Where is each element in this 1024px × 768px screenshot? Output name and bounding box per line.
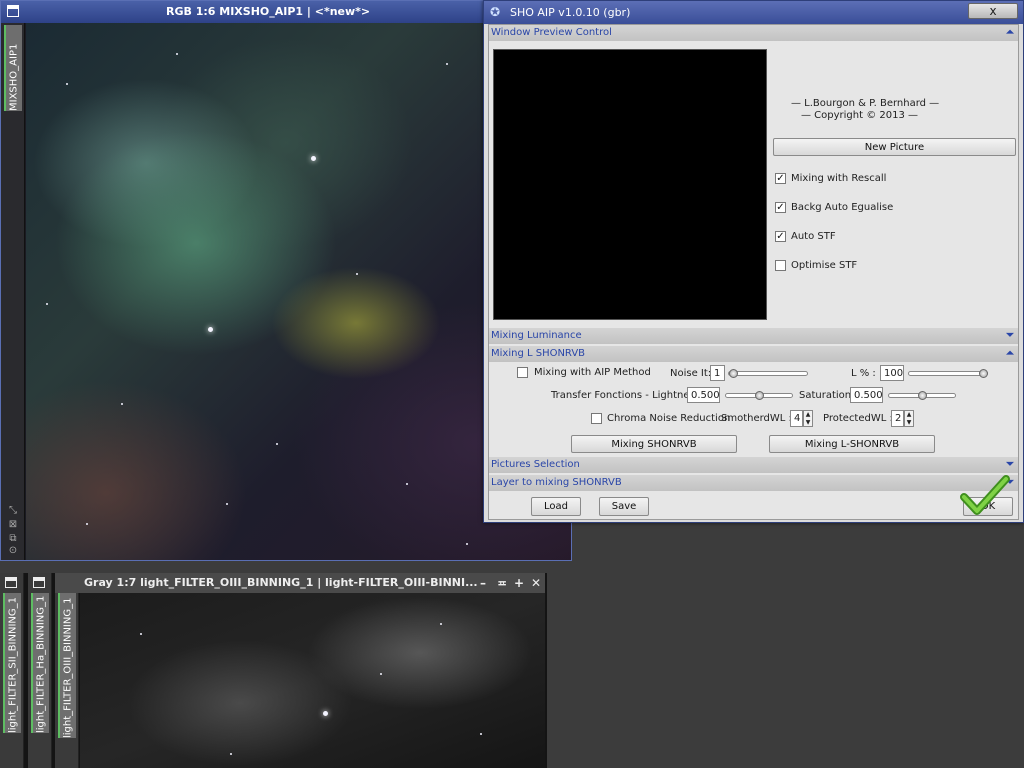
collapse-icon[interactable]: ⏶ <box>1006 25 1014 41</box>
mixing-l-shonrvb-button[interactable]: Mixing L-SHONRVB <box>769 435 935 453</box>
section-mixing-l-shonrvb-header[interactable]: Mixing L SHONRVB ⏶ <box>489 346 1018 362</box>
saturation-slider-knob[interactable] <box>918 391 927 400</box>
tab-column-ha: light_FILTER_Ha_BINNING_1 <box>28 573 52 768</box>
checkmark-icon <box>960 475 1010 515</box>
close-button[interactable]: x <box>968 3 1018 19</box>
gray-image-canvas[interactable] <box>80 593 545 768</box>
saturation-label: Saturation: <box>799 390 855 401</box>
tab-oiii[interactable]: light_FILTER_OIII_BINNING_1 <box>58 593 76 738</box>
zoom-icon[interactable]: ⤡ <box>7 505 19 516</box>
window-shade-icon[interactable] <box>5 577 17 588</box>
l-percent-slider[interactable] <box>908 369 988 378</box>
protected-wl-input[interactable]: 2 <box>891 410 904 427</box>
maximize-icon[interactable]: + <box>514 576 524 590</box>
l-percent-input[interactable]: 100 <box>880 365 904 381</box>
protected-wl-spinner[interactable]: ▲ ▼ <box>904 410 914 427</box>
mixing-rescall-label: Mixing with Rescall <box>791 173 887 184</box>
close-icon[interactable]: ✕ <box>531 576 541 590</box>
backg-auto-checkbox[interactable]: ✓ <box>775 202 786 213</box>
section-preview-header[interactable]: Window Preview Control ⏶ <box>489 25 1018 41</box>
protected-wl-label: ProtectedWL : <box>823 413 893 424</box>
noise-it-label: Noise It: <box>670 368 712 379</box>
tab-column-sii: light_FILTER_SII_BINNING_1 <box>0 573 24 768</box>
noise-it-slider-knob[interactable] <box>729 369 738 378</box>
section-mixing-luminance-title: Mixing Luminance <box>491 330 582 341</box>
rgb-window-title: RGB 1:6 MIXSHO_AIP1 | <*new*> <box>166 5 371 18</box>
l-percent-slider-knob[interactable] <box>979 369 988 378</box>
load-button[interactable]: Load <box>531 497 581 516</box>
l-percent-label: L % : <box>851 368 876 379</box>
chroma-noise-label: Chroma Noise Reduction <box>607 413 731 424</box>
saturation-slider[interactable] <box>888 391 956 400</box>
mask-icon[interactable]: ⧉ <box>7 533 19 544</box>
lock-icon[interactable]: ⊠ <box>7 519 19 530</box>
chroma-noise-checkbox[interactable] <box>591 413 602 424</box>
noise-it-input[interactable]: 1 <box>710 365 725 381</box>
expand-icon[interactable]: ⏷ <box>1006 457 1014 473</box>
auto-stf-checkbox[interactable]: ✓ <box>775 231 786 242</box>
mixing-shonrvb-button[interactable]: Mixing SHONRVB <box>571 435 737 453</box>
smoothed-wl-spinner[interactable]: ▲ ▼ <box>803 410 813 427</box>
expand-icon[interactable]: ⏷ <box>1006 328 1014 344</box>
optimise-stf-checkbox[interactable] <box>775 260 786 271</box>
section-layer-mixing-title: Layer to mixing SHONRVB <box>491 477 622 488</box>
dialog-titlebar[interactable]: ✪ SHO AIP v1.0.10 (gbr) x <box>484 1 1023 24</box>
optimise-stf-label: Optimise STF <box>791 260 858 271</box>
tab-ha[interactable]: light_FILTER_Ha_BINNING_1 <box>31 593 49 733</box>
aip-method-label: Mixing with AIP Method <box>534 367 651 378</box>
credits-line-1: — L.Bourgon & P. Bernhard — <box>791 98 940 109</box>
new-picture-button[interactable]: New Picture <box>773 138 1016 156</box>
smoothed-wl-label: SmotherdWL : <box>721 413 792 424</box>
transfer-slider[interactable] <box>725 391 793 400</box>
transfer-label: Transfer Fonctions - Lightness: <box>551 390 704 401</box>
save-button[interactable]: Save <box>599 497 649 516</box>
auto-stf-label: Auto STF <box>791 231 836 242</box>
saturation-input[interactable]: 0.500 <box>850 387 883 403</box>
gray-window-titlebar[interactable]: Gray 1:7 light_FILTER_OIII_BINNING_1 | l… <box>55 573 545 593</box>
window-shade-icon[interactable] <box>33 577 45 588</box>
section-preview-title: Window Preview Control <box>491 27 612 38</box>
smoothed-wl-input[interactable]: 4 <box>790 410 803 427</box>
section-layer-mixing-header[interactable]: Layer to mixing SHONRVB ⏷ <box>489 475 1018 491</box>
shade-icon[interactable]: ≖ <box>497 576 507 590</box>
gray-window-title: Gray 1:7 light_FILTER_OIII_BINNING_1 | l… <box>84 576 478 589</box>
preview-image[interactable] <box>493 49 767 320</box>
app-icon: ✪ <box>490 5 501 19</box>
section-pictures-selection-title: Pictures Selection <box>491 459 580 470</box>
tab-column-oiii: light_FILTER_OIII_BINNING_1 <box>55 573 79 768</box>
noise-it-slider[interactable] <box>728 369 808 378</box>
window-shade-icon[interactable] <box>7 5 19 17</box>
mixing-rescall-checkbox[interactable]: ✓ <box>775 173 786 184</box>
gray-image-window: light_FILTER_SII_BINNING_1 light_FILTER_… <box>0 573 547 768</box>
section-pictures-selection-header[interactable]: Pictures Selection ⏷ <box>489 457 1018 473</box>
dialog-body: Window Preview Control ⏶ — L.Bourgon & P… <box>488 24 1019 520</box>
rgb-window-side-bar: MIXSHO_AIP1 ⤡ ⊠ ⧉ ⊙ <box>1 23 25 560</box>
aip-method-checkbox[interactable] <box>517 367 528 378</box>
transfer-input[interactable]: 0.500 <box>687 387 720 403</box>
transfer-slider-knob[interactable] <box>755 391 764 400</box>
tab-sii[interactable]: light_FILTER_SII_BINNING_1 <box>3 593 21 733</box>
credits-line-2: — Copyright © 2013 — <box>801 110 919 121</box>
collapse-icon[interactable]: ⏶ <box>1006 346 1014 362</box>
minimize-icon[interactable]: – <box>480 576 486 590</box>
rgb-view-tab[interactable]: MIXSHO_AIP1 <box>4 25 22 111</box>
section-mixing-l-shonrvb-title: Mixing L SHONRVB <box>491 348 586 359</box>
dialog-title: SHO AIP v1.0.10 (gbr) <box>510 6 631 19</box>
section-mixing-luminance-header[interactable]: Mixing Luminance ⏷ <box>489 328 1018 344</box>
sho-aip-dialog: ✪ SHO AIP v1.0.10 (gbr) x Window Preview… <box>483 0 1024 523</box>
backg-auto-label: Backg Auto Egualise <box>791 202 894 213</box>
target-icon[interactable]: ⊙ <box>7 545 19 556</box>
